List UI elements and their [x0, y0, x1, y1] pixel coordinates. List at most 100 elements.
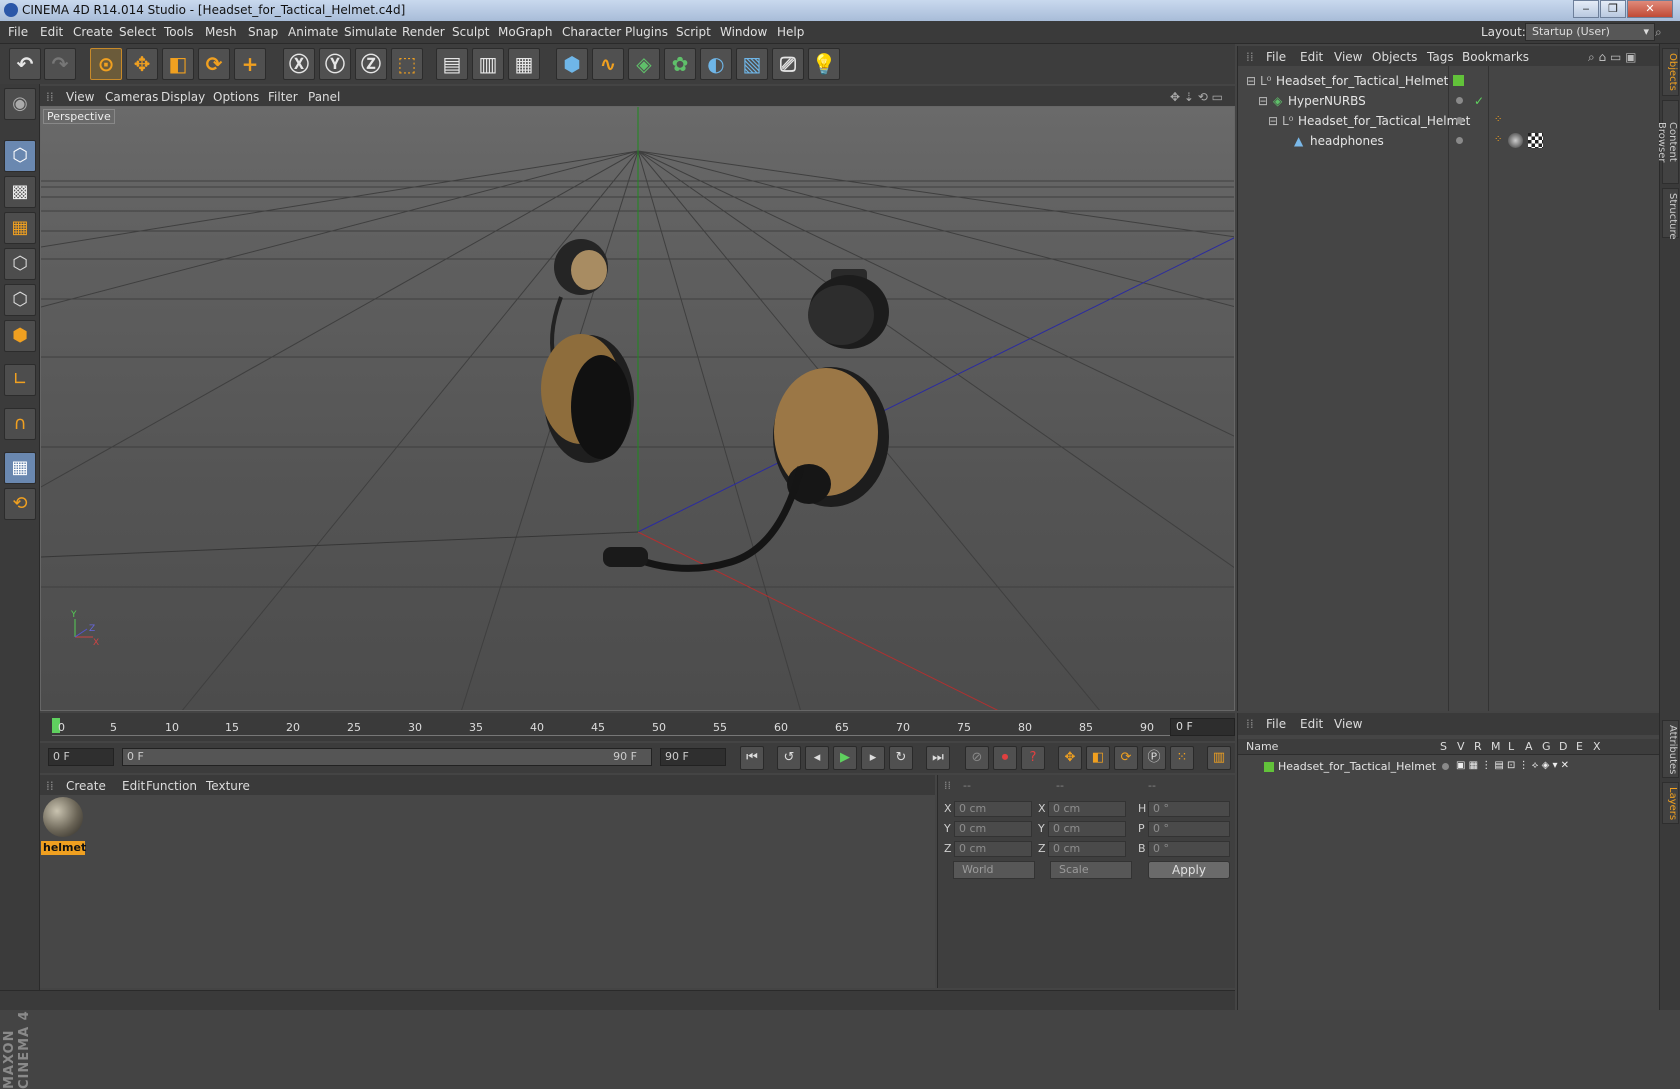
object-name[interactable]: headphones — [1310, 134, 1384, 148]
menu-sculpt[interactable]: Sculpt — [452, 25, 489, 39]
axis-mode-icon[interactable]: ∟ — [4, 364, 36, 396]
next-frame-icon[interactable]: ▸ — [861, 746, 885, 770]
search-icon[interactable]: ⌕ — [1655, 25, 1662, 40]
solo-mode-icon[interactable]: ⟲ — [4, 488, 36, 520]
keyframe-help-icon[interactable]: ? — [1021, 746, 1045, 770]
redo-icon[interactable]: ↷ — [44, 48, 76, 80]
make-editable-icon[interactable]: ◉ — [4, 88, 36, 120]
menu-character[interactable]: Character — [562, 25, 621, 39]
object-row[interactable]: ⊟ L⁰ Headset_for_Tactical_Helmet ⁘ — [1238, 111, 1660, 130]
texture-mode-icon[interactable]: ▩ — [4, 176, 36, 208]
render-picture-viewer-icon[interactable]: ▥ — [472, 48, 504, 80]
tab-content-browser[interactable]: Content Browser — [1656, 100, 1679, 184]
tab-layers[interactable]: Layers — [1662, 782, 1679, 824]
layer-menu-file[interactable]: File — [1266, 717, 1286, 731]
key-rotation-icon[interactable]: ⟳ — [1114, 746, 1138, 770]
menu-mograph[interactable]: MoGraph — [498, 25, 553, 39]
key-parameter-icon[interactable]: Ⓟ — [1142, 746, 1166, 770]
viewport-nav-icon[interactable]: ✥ ⇣ ⟲ ▭ — [1170, 90, 1223, 104]
coordinate-space-select[interactable]: World — [953, 861, 1035, 879]
next-key-icon[interactable]: ↻ — [889, 746, 913, 770]
menu-mesh[interactable]: Mesh — [205, 25, 237, 39]
layer-color-icon[interactable] — [1264, 762, 1274, 772]
start-frame-field[interactable]: 0 F — [48, 748, 114, 766]
edges-mode-icon[interactable]: ⬡ — [4, 284, 36, 316]
end-frame-field[interactable]: 90 F — [660, 748, 726, 766]
material-menu-function[interactable]: Function — [146, 779, 197, 793]
close-button[interactable]: ✕ — [1627, 0, 1673, 18]
viewport-menu-view[interactable]: View — [66, 90, 94, 104]
model-mode-icon[interactable]: ⬡ — [4, 140, 36, 172]
object-menu-bookmarks[interactable]: Bookmarks — [1462, 50, 1529, 64]
menu-script[interactable]: Script — [676, 25, 711, 39]
camera-icon[interactable]: ⎚ — [772, 48, 804, 80]
pos-x-field[interactable]: 0 cm — [954, 801, 1032, 817]
tab-structure[interactable]: Structure — [1662, 188, 1679, 240]
menu-plugins[interactable]: Plugins — [625, 25, 668, 39]
uvw-tag-icon[interactable] — [1528, 133, 1543, 148]
key-pla-icon[interactable]: ⁙ — [1170, 746, 1194, 770]
record-keys-icon[interactable]: ⊘ — [965, 746, 989, 770]
menu-edit[interactable]: Edit — [40, 25, 63, 39]
object-menu-view[interactable]: View — [1334, 50, 1362, 64]
object-menu-tags[interactable]: Tags — [1427, 50, 1454, 64]
pos-y-field[interactable]: 0 cm — [954, 821, 1032, 837]
y-axis-lock-icon[interactable]: Ⓨ — [319, 48, 351, 80]
viewport-perspective[interactable]: Y X Z Perspective — [40, 106, 1235, 711]
material-menu-texture[interactable]: Texture — [206, 779, 250, 793]
layer-menu-edit[interactable]: Edit — [1300, 717, 1323, 731]
viewport-menu-display[interactable]: Display — [161, 90, 205, 104]
deformer-icon[interactable]: ◐ — [700, 48, 732, 80]
material-thumbnail[interactable] — [43, 797, 83, 837]
scene-floor-icon[interactable]: ▧ — [736, 48, 768, 80]
menu-simulate[interactable]: Simulate — [344, 25, 397, 39]
workplane-mode-icon[interactable]: ▦ — [4, 212, 36, 244]
undo-icon[interactable]: ↶ — [9, 48, 41, 80]
render-view-icon[interactable]: ▤ — [436, 48, 468, 80]
layer-menu-view[interactable]: View — [1334, 717, 1362, 731]
tag-icon[interactable]: ⁘ — [1494, 134, 1502, 145]
maximize-button[interactable]: ❐ — [1600, 0, 1626, 18]
object-name[interactable]: Headset_for_Tactical_Helmet — [1298, 114, 1470, 128]
layer-color-icon[interactable] — [1453, 75, 1464, 86]
menu-tools[interactable]: Tools — [164, 25, 194, 39]
key-scale-icon[interactable]: ◧ — [1086, 746, 1110, 770]
menu-render[interactable]: Render — [402, 25, 445, 39]
viewport-menu-options[interactable]: Options — [213, 90, 259, 104]
viewport-menu-cameras[interactable]: Cameras — [105, 90, 158, 104]
add-object-icon[interactable]: + — [234, 48, 266, 80]
column-deformers[interactable]: D — [1559, 740, 1567, 753]
render-settings-icon[interactable]: ▦ — [508, 48, 540, 80]
visibility-dot[interactable] — [1456, 117, 1463, 124]
workplane-lock-icon[interactable]: ▦ — [4, 452, 36, 484]
viewport-menu-panel[interactable]: Panel — [308, 90, 340, 104]
previous-frame-icon[interactable]: ◂ — [805, 746, 829, 770]
polygons-mode-icon[interactable]: ⬢ — [4, 320, 36, 352]
layer-name[interactable]: Headset_for_Tactical_Helmet — [1278, 760, 1436, 773]
layer-row[interactable]: Headset_for_Tactical_Helmet ▣ ▦ ⋮ ▤ ⊡ ⋮ … — [1238, 757, 1660, 776]
layout-select[interactable]: Startup (User) ▾ — [1525, 23, 1655, 41]
z-axis-lock-icon[interactable]: Ⓩ — [355, 48, 387, 80]
menu-animate[interactable]: Animate — [288, 25, 338, 39]
light-bulb-icon[interactable]: 💡 — [808, 48, 840, 80]
previous-key-icon[interactable]: ↺ — [777, 746, 801, 770]
menu-file[interactable]: File — [8, 25, 28, 39]
current-frame-field[interactable]: 0 F — [1170, 718, 1235, 736]
cube-primitive-icon[interactable]: ⬢ — [556, 48, 588, 80]
live-selection-icon[interactable]: ⊙ — [90, 48, 122, 80]
material-tag-icon[interactable] — [1508, 133, 1523, 148]
spline-icon[interactable]: ∿ — [592, 48, 624, 80]
object-name[interactable]: HyperNURBS — [1288, 94, 1366, 108]
nurbs-icon[interactable]: ◈ — [628, 48, 660, 80]
material-menu-create[interactable]: Create — [66, 779, 106, 793]
timeline-ruler[interactable]: 0 5 10 15 20 25 30 35 40 45 50 55 60 65 … — [40, 713, 1235, 741]
expand-icon[interactable]: ⊟ — [1258, 94, 1268, 108]
tab-objects[interactable]: Objects — [1662, 48, 1679, 96]
apply-button[interactable]: Apply — [1148, 861, 1230, 879]
tag-icon[interactable]: ⁘ — [1494, 114, 1502, 125]
enabled-check-icon[interactable]: ✓ — [1474, 94, 1484, 108]
column-name[interactable]: Name — [1246, 740, 1278, 753]
material-menu-edit[interactable]: Edit — [122, 779, 145, 793]
visibility-dot[interactable] — [1456, 97, 1463, 104]
object-menu-objects[interactable]: Objects — [1372, 50, 1417, 64]
